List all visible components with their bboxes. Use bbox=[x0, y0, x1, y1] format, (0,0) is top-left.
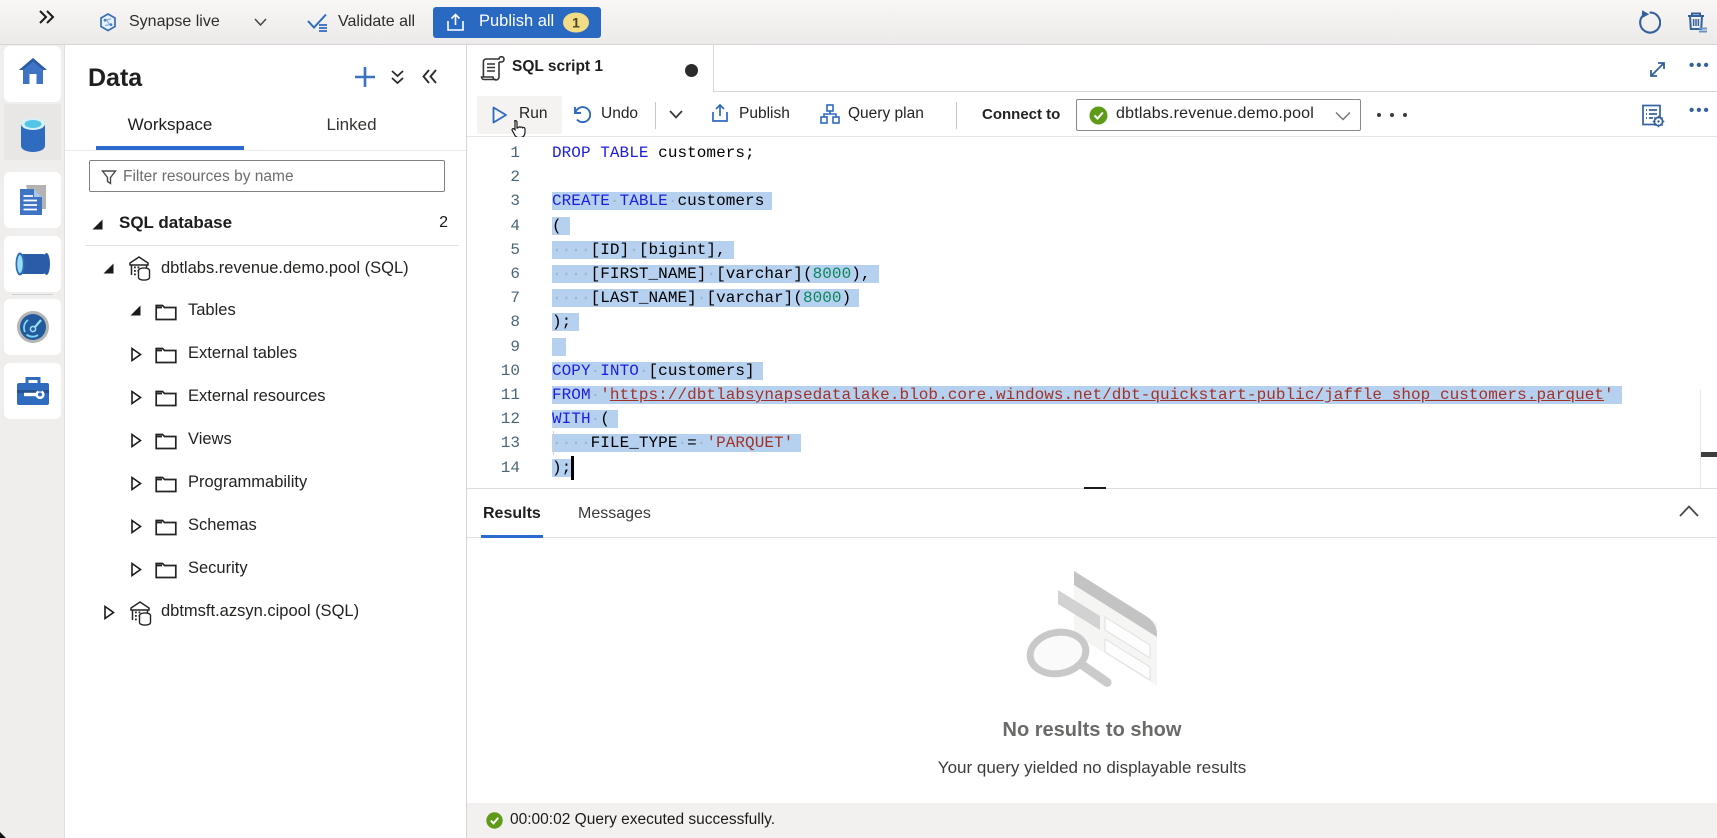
svg-text:1: 1 bbox=[572, 15, 580, 31]
